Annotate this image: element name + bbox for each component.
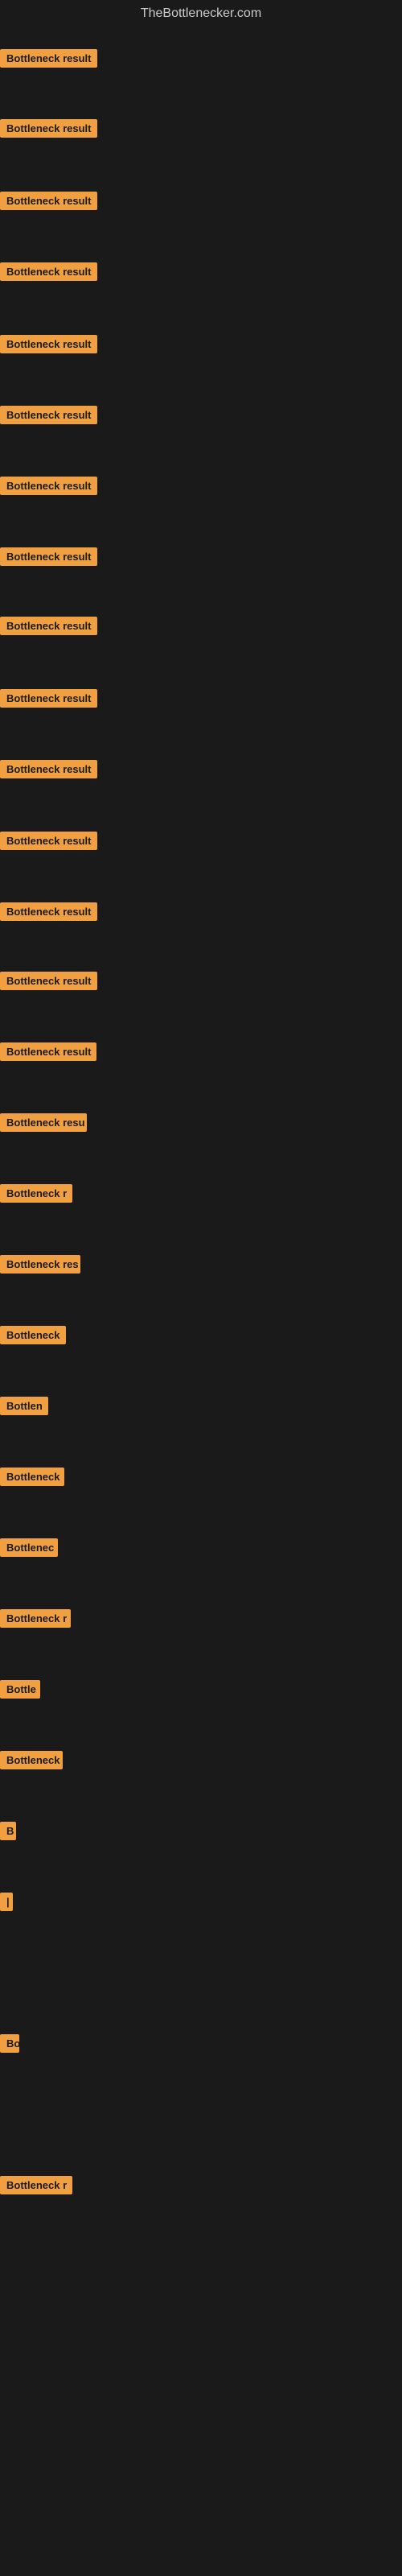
- bottleneck-badge-7: Bottleneck result: [0, 477, 97, 495]
- bottleneck-item-19[interactable]: Bottleneck: [0, 1326, 66, 1348]
- bottleneck-badge-24: Bottle: [0, 1680, 40, 1699]
- bottleneck-badge-8: Bottleneck result: [0, 547, 97, 566]
- bottleneck-item-7[interactable]: Bottleneck result: [0, 477, 97, 499]
- bottleneck-badge-28: Bo: [0, 2034, 19, 2053]
- bottleneck-item-6[interactable]: Bottleneck result: [0, 406, 97, 428]
- bottleneck-item-25[interactable]: Bottleneck: [0, 1751, 63, 1773]
- bottleneck-item-27[interactable]: |: [0, 1893, 13, 1915]
- bottleneck-item-28[interactable]: Bo: [0, 2034, 19, 2057]
- bottleneck-item-17[interactable]: Bottleneck r: [0, 1184, 72, 1207]
- bottleneck-badge-29: Bottleneck r: [0, 2176, 72, 2194]
- bottleneck-item-16[interactable]: Bottleneck resu: [0, 1113, 87, 1136]
- bottleneck-item-5[interactable]: Bottleneck result: [0, 335, 97, 357]
- bottleneck-item-26[interactable]: B: [0, 1822, 16, 1844]
- bottleneck-item-12[interactable]: Bottleneck result: [0, 832, 97, 854]
- site-title: TheBottlenecker.com: [0, 0, 402, 27]
- bottleneck-badge-16: Bottleneck resu: [0, 1113, 87, 1132]
- bottleneck-badge-5: Bottleneck result: [0, 335, 97, 353]
- bottleneck-badge-3: Bottleneck result: [0, 192, 97, 210]
- bottleneck-item-1[interactable]: Bottleneck result: [0, 49, 97, 72]
- bottleneck-item-13[interactable]: Bottleneck result: [0, 902, 97, 925]
- bottleneck-item-20[interactable]: Bottlen: [0, 1397, 48, 1419]
- bottleneck-badge-19: Bottleneck: [0, 1326, 66, 1344]
- bottleneck-badge-11: Bottleneck result: [0, 760, 97, 778]
- bottleneck-item-14[interactable]: Bottleneck result: [0, 972, 97, 994]
- bottleneck-item-11[interactable]: Bottleneck result: [0, 760, 97, 782]
- bottleneck-badge-20: Bottlen: [0, 1397, 48, 1415]
- bottleneck-item-3[interactable]: Bottleneck result: [0, 192, 97, 214]
- bottleneck-badge-23: Bottleneck r: [0, 1609, 71, 1628]
- bottleneck-badge-22: Bottlenec: [0, 1538, 58, 1557]
- bottleneck-item-29[interactable]: Bottleneck r: [0, 2176, 72, 2198]
- bottleneck-item-8[interactable]: Bottleneck result: [0, 547, 97, 570]
- bottleneck-badge-2: Bottleneck result: [0, 119, 97, 138]
- bottleneck-item-18[interactable]: Bottleneck res: [0, 1255, 80, 1278]
- bottleneck-badge-4: Bottleneck result: [0, 262, 97, 281]
- bottleneck-badge-13: Bottleneck result: [0, 902, 97, 921]
- bottleneck-item-4[interactable]: Bottleneck result: [0, 262, 97, 285]
- bottleneck-badge-10: Bottleneck result: [0, 689, 97, 708]
- bottleneck-item-10[interactable]: Bottleneck result: [0, 689, 97, 712]
- bottleneck-badge-18: Bottleneck res: [0, 1255, 80, 1274]
- bottleneck-item-21[interactable]: Bottleneck: [0, 1468, 64, 1490]
- bottleneck-item-24[interactable]: Bottle: [0, 1680, 40, 1703]
- bottleneck-item-23[interactable]: Bottleneck r: [0, 1609, 71, 1632]
- bottleneck-badge-25: Bottleneck: [0, 1751, 63, 1769]
- bottleneck-badge-17: Bottleneck r: [0, 1184, 72, 1203]
- bottleneck-badge-21: Bottleneck: [0, 1468, 64, 1486]
- bottleneck-badge-15: Bottleneck result: [0, 1042, 96, 1061]
- bottleneck-item-2[interactable]: Bottleneck result: [0, 119, 97, 142]
- bottleneck-badge-26: B: [0, 1822, 16, 1840]
- bottleneck-badge-9: Bottleneck result: [0, 617, 97, 635]
- bottleneck-badge-27: |: [0, 1893, 13, 1911]
- bottleneck-item-15[interactable]: Bottleneck result: [0, 1042, 96, 1065]
- bottleneck-badge-12: Bottleneck result: [0, 832, 97, 850]
- bottleneck-badge-6: Bottleneck result: [0, 406, 97, 424]
- bottleneck-badge-14: Bottleneck result: [0, 972, 97, 990]
- bottleneck-badge-1: Bottleneck result: [0, 49, 97, 68]
- bottleneck-item-9[interactable]: Bottleneck result: [0, 617, 97, 639]
- bottleneck-item-22[interactable]: Bottlenec: [0, 1538, 58, 1561]
